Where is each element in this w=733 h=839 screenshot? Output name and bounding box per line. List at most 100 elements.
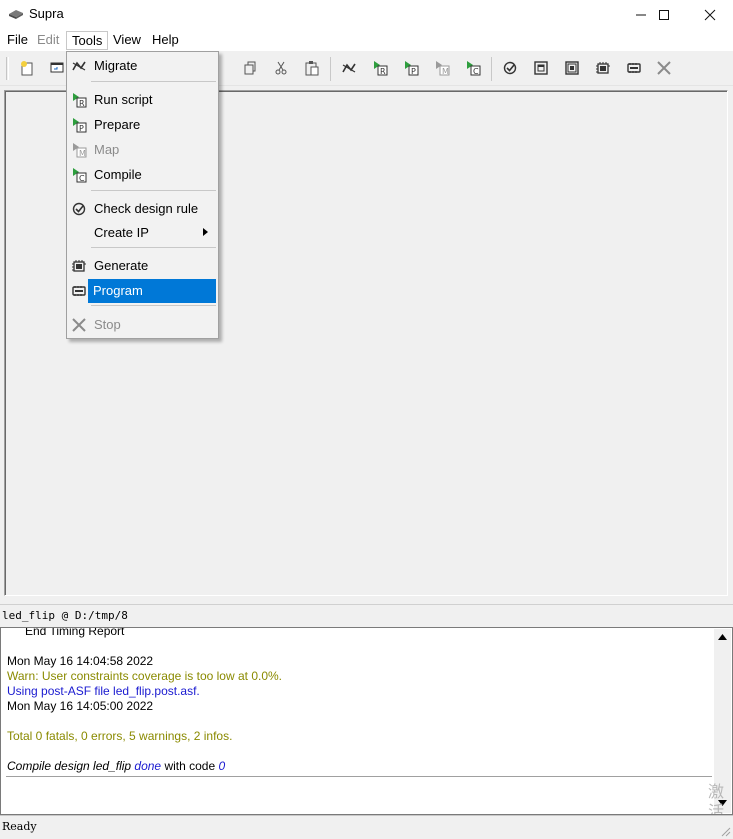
app-logo-icon xyxy=(9,10,23,19)
program-icon xyxy=(627,63,641,73)
stop-button[interactable] xyxy=(653,57,675,79)
svg-text:P: P xyxy=(411,67,416,76)
log-line: Mon May 16 14:04:58 2022 xyxy=(7,654,154,668)
svg-text:P: P xyxy=(79,124,84,133)
title-bar: Supra xyxy=(0,0,733,29)
svg-text:M: M xyxy=(79,149,86,158)
menu-item-create-ip[interactable]: Create IP xyxy=(69,221,216,245)
menu-item-label: Map xyxy=(94,142,120,157)
menu-view[interactable]: View xyxy=(108,31,146,50)
prepare-button[interactable]: P xyxy=(400,57,422,79)
menu-item-map[interactable]: M Map xyxy=(69,138,216,162)
program-button[interactable] xyxy=(623,57,645,79)
generate-icon xyxy=(596,62,610,74)
log-line-summary: Total 0 fatals, 0 errors, 5 warnings, 2 … xyxy=(7,729,233,743)
check-design-rule-icon xyxy=(72,202,86,216)
close-icon xyxy=(704,9,716,20)
run-script-icon: R xyxy=(374,61,388,76)
svg-text:C: C xyxy=(473,67,479,76)
menu-item-label: Generate xyxy=(94,258,149,273)
copy-button[interactable] xyxy=(239,57,261,79)
menu-item-run-script[interactable]: R Run script xyxy=(69,88,216,112)
check-design-rule-button[interactable] xyxy=(499,57,521,79)
prepare-icon: P xyxy=(405,61,419,76)
watermark-text: 激活 转到 xyxy=(708,784,725,815)
stop-icon xyxy=(657,61,671,75)
menu-item-prepare[interactable]: P Prepare xyxy=(69,113,216,137)
svg-text:M: M xyxy=(442,67,449,76)
status-bar: Ready xyxy=(0,815,733,839)
scroll-up-icon xyxy=(718,634,727,640)
window-title: Supra xyxy=(29,6,64,21)
menu-tools[interactable]: Tools xyxy=(66,31,109,50)
generate-button[interactable] xyxy=(592,57,614,79)
menu-file[interactable]: File xyxy=(2,31,33,50)
compile-button[interactable]: C xyxy=(462,57,484,79)
menu-separator xyxy=(91,247,216,248)
run-script-icon: R xyxy=(73,93,87,108)
menu-item-label: Program xyxy=(93,283,143,298)
menu-item-label: Run script xyxy=(94,92,153,107)
compile-done: done xyxy=(134,759,162,773)
menu-item-label: Prepare xyxy=(94,117,141,132)
paste-button[interactable] xyxy=(301,57,323,79)
migrate-icon xyxy=(72,61,86,71)
map-button[interactable]: M xyxy=(431,57,453,79)
run-script-button[interactable]: R xyxy=(369,57,391,79)
log-line-warning: Warn: User constraints coverage is too l… xyxy=(7,669,283,683)
report-alt-icon xyxy=(565,61,579,75)
cut-button[interactable] xyxy=(270,57,292,79)
menu-item-label: Create IP xyxy=(94,225,149,240)
log-line: Mon May 16 14:05:00 2022 xyxy=(7,699,154,713)
toolbar-grip[interactable] xyxy=(6,57,9,80)
status-text: Ready xyxy=(2,820,37,833)
stop-icon xyxy=(72,318,86,332)
svg-text:R: R xyxy=(380,67,386,76)
compile-prefix: Compile design led_flip xyxy=(7,759,135,773)
menu-separator xyxy=(91,81,216,82)
menu-item-migrate[interactable]: Migrate xyxy=(69,54,216,78)
menu-item-compile[interactable]: C Compile xyxy=(69,163,216,187)
scroll-up-button[interactable] xyxy=(714,629,731,645)
log-line-blank xyxy=(7,744,707,759)
menu-edit[interactable]: Edit xyxy=(32,31,64,50)
menu-item-label: Migrate xyxy=(94,58,138,73)
cut-icon xyxy=(275,61,287,75)
log-line-blank xyxy=(7,639,707,654)
menu-item-program[interactable]: Program xyxy=(88,279,216,303)
size-grip-icon[interactable] xyxy=(719,825,731,837)
new-file-icon xyxy=(21,61,33,76)
project-label: led_flip @ D:/tmp/8 xyxy=(2,609,128,622)
log-line-compile: Compile design led_flip done with code 0 xyxy=(7,759,707,774)
migrate-button[interactable] xyxy=(338,57,360,79)
report-alt-button[interactable] xyxy=(561,57,583,79)
log-line-partial: End Timing Report xyxy=(25,627,125,638)
prepare-icon: P xyxy=(73,118,87,133)
compile-icon: C xyxy=(73,168,87,183)
log-divider xyxy=(6,776,712,777)
compile-icon: C xyxy=(467,61,481,76)
log-line-info: Using post-ASF file led_flip.post.asf. xyxy=(7,684,200,698)
tools-dropdown-menu: Migrate R Run script P Prepare M Map C C… xyxy=(66,51,219,339)
open-file-icon xyxy=(50,62,64,73)
menu-item-check-design-rule[interactable]: Check design rule xyxy=(69,197,216,221)
log-panel[interactable]: End Timing Report Mon May 16 14:04:58 20… xyxy=(0,627,733,815)
menu-item-stop[interactable]: Stop xyxy=(69,313,216,337)
menu-item-label: Compile xyxy=(94,167,142,182)
new-file-button[interactable] xyxy=(16,57,38,79)
compile-code: 0 xyxy=(218,759,226,773)
close-window-button[interactable] xyxy=(687,0,733,29)
report-button[interactable] xyxy=(530,57,552,79)
menu-item-generate[interactable]: Generate xyxy=(69,254,216,278)
program-icon xyxy=(72,286,86,296)
menu-item-label: Check design rule xyxy=(94,201,199,216)
menu-help[interactable]: Help xyxy=(147,31,184,50)
pane-splitter[interactable] xyxy=(0,604,733,608)
open-file-button[interactable] xyxy=(46,57,68,79)
svg-text:R: R xyxy=(79,99,85,108)
report-icon xyxy=(534,61,548,75)
paste-icon xyxy=(305,61,319,76)
menu-bar: File Edit Tools View Help xyxy=(0,29,733,51)
maximize-button[interactable] xyxy=(641,0,687,29)
submenu-arrow-icon xyxy=(203,228,208,236)
